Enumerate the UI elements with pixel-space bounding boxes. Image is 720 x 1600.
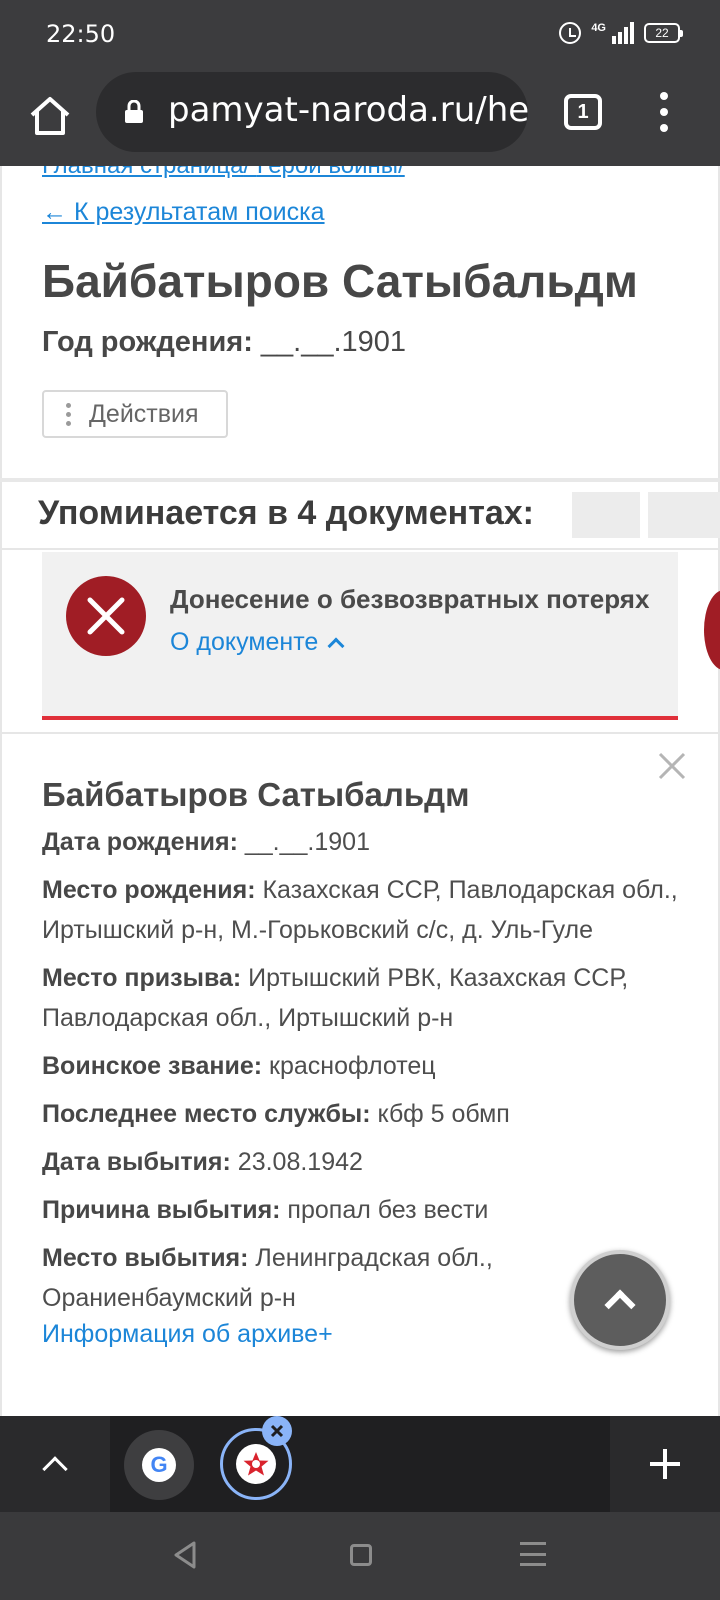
browser-toolbar: pamyat-naroda.ru/he 1 (0, 70, 720, 166)
mentions-header: Упоминается в 4 документах: (0, 482, 720, 550)
status-time: 22:50 (46, 20, 116, 48)
recents-icon[interactable] (520, 1542, 546, 1566)
field-departure-date: Дата выбытия: 23.08.1942 (42, 1142, 682, 1182)
field-label: Дата рождения: (42, 828, 238, 856)
collapse-tab-strip-button[interactable] (0, 1416, 110, 1512)
document-type: Донесение о безвозвратных потерях (170, 584, 650, 614)
page-content: Главная страница/ Герои войны/ ← К резул… (0, 166, 720, 1416)
field-value: __.__.1901 (237, 828, 370, 856)
divider (0, 732, 720, 734)
field-label: Место выбытия: (42, 1244, 249, 1272)
field-label: Дата выбытия: (42, 1148, 231, 1176)
mentions-title: Упоминается в 4 документах: (38, 494, 534, 532)
breadcrumb: Главная страница/ Герои войны/ (42, 166, 405, 180)
field-value: пропал без вести (280, 1196, 489, 1224)
star-tab-icon (236, 1444, 276, 1484)
field-label: Место призыва: (42, 964, 242, 992)
google-tab-icon: G (142, 1448, 176, 1482)
battery-level: 22 (655, 26, 669, 40)
field-value: кбф 5 обмп (370, 1100, 510, 1128)
google-letter: G (150, 1452, 168, 1477)
field-draft-place: Место призыва: Иртышский РВК, Казахская … (42, 958, 682, 1038)
chevron-up-icon (327, 637, 345, 654)
document-card[interactable]: Донесение о безвозвратных потерях О доку… (42, 552, 678, 720)
breadcrumb-separator: / (398, 166, 405, 179)
new-tab-button[interactable] (610, 1416, 720, 1512)
field-departure-reason: Причина выбытия: пропал без вести (42, 1190, 682, 1230)
system-nav-bar (0, 1512, 720, 1600)
field-value: 23.08.1942 (230, 1148, 363, 1176)
field-birth-place: Место рождения: Казахская ССР, Павлодарс… (42, 870, 682, 950)
breadcrumb-heroes[interactable]: Герои войны (257, 166, 398, 179)
field-label: Последнее место службы: (42, 1100, 371, 1128)
network-type: 4G (591, 22, 606, 34)
status-bar: 22:50 4G 22 (0, 0, 720, 70)
breadcrumb-home[interactable]: Главная страница (42, 166, 243, 179)
status-icons: 4G 22 (559, 22, 683, 44)
google-tab[interactable]: G (124, 1430, 194, 1500)
chevron-up-icon (42, 1456, 68, 1482)
back-to-results-link[interactable]: ← К результатам поиска (42, 198, 325, 227)
home-icon[interactable] (350, 1544, 372, 1566)
breadcrumb-separator: / (243, 166, 256, 179)
page-title: Байбатыров Сатыбальдм (42, 255, 638, 307)
archive-info-link[interactable]: Информация об архиве+ (42, 1320, 333, 1349)
url-bar[interactable]: pamyat-naroda.ru/he (96, 72, 528, 152)
field-last-service: Последнее место службы: кбф 5 обмп (42, 1094, 682, 1134)
close-tab-button[interactable] (262, 1416, 292, 1446)
field-birth-date: Дата рождения: __.__.1901 (42, 822, 682, 862)
more-menu-button[interactable] (650, 92, 678, 132)
about-document-label: О документе (170, 628, 319, 656)
tab-count: 1 (577, 100, 589, 123)
field-label: Место рождения: (42, 876, 256, 904)
next-document-button[interactable] (648, 492, 720, 538)
prev-document-button[interactable] (572, 492, 640, 538)
chevron-up-icon (604, 1289, 636, 1321)
field-rank: Воинское звание: краснофлотец (42, 1046, 682, 1086)
lock-icon (125, 100, 143, 123)
alarm-icon (559, 22, 582, 44)
tab-strip: G (0, 1416, 720, 1512)
detail-fields: Дата рождения: __.__.1901 Место рождения… (42, 822, 682, 1326)
back-icon[interactable] (172, 1540, 198, 1570)
battery-icon: 22 (644, 23, 683, 43)
birth-year: Год рождения: __.__.1901 (42, 326, 406, 359)
field-value: краснофлотец (262, 1052, 436, 1080)
birth-year-label: Год рождения: (42, 326, 253, 358)
detail-person-name: Байбатыров Сатыбальдм (42, 776, 470, 813)
field-label: Причина выбытия: (42, 1196, 281, 1224)
birth-year-value: __.__.1901 (252, 326, 407, 358)
url-text: pamyat-naroda.ru/he (168, 90, 528, 130)
field-label: Воинское звание: (42, 1052, 263, 1080)
vertical-dots-icon (66, 402, 71, 426)
close-icon[interactable] (656, 750, 688, 782)
loss-report-icon (66, 576, 146, 656)
home-icon (30, 97, 70, 135)
plus-icon (650, 1449, 680, 1479)
scroll-to-top-button[interactable] (570, 1250, 670, 1350)
close-tab-icon (270, 1424, 284, 1438)
signal-icon (612, 22, 634, 44)
actions-button[interactable]: Действия (42, 390, 228, 438)
tab-switcher-button[interactable]: 1 (564, 94, 602, 130)
home-button[interactable] (24, 90, 76, 142)
about-document-link[interactable]: О документе (170, 628, 345, 657)
actions-label: Действия (89, 399, 199, 428)
